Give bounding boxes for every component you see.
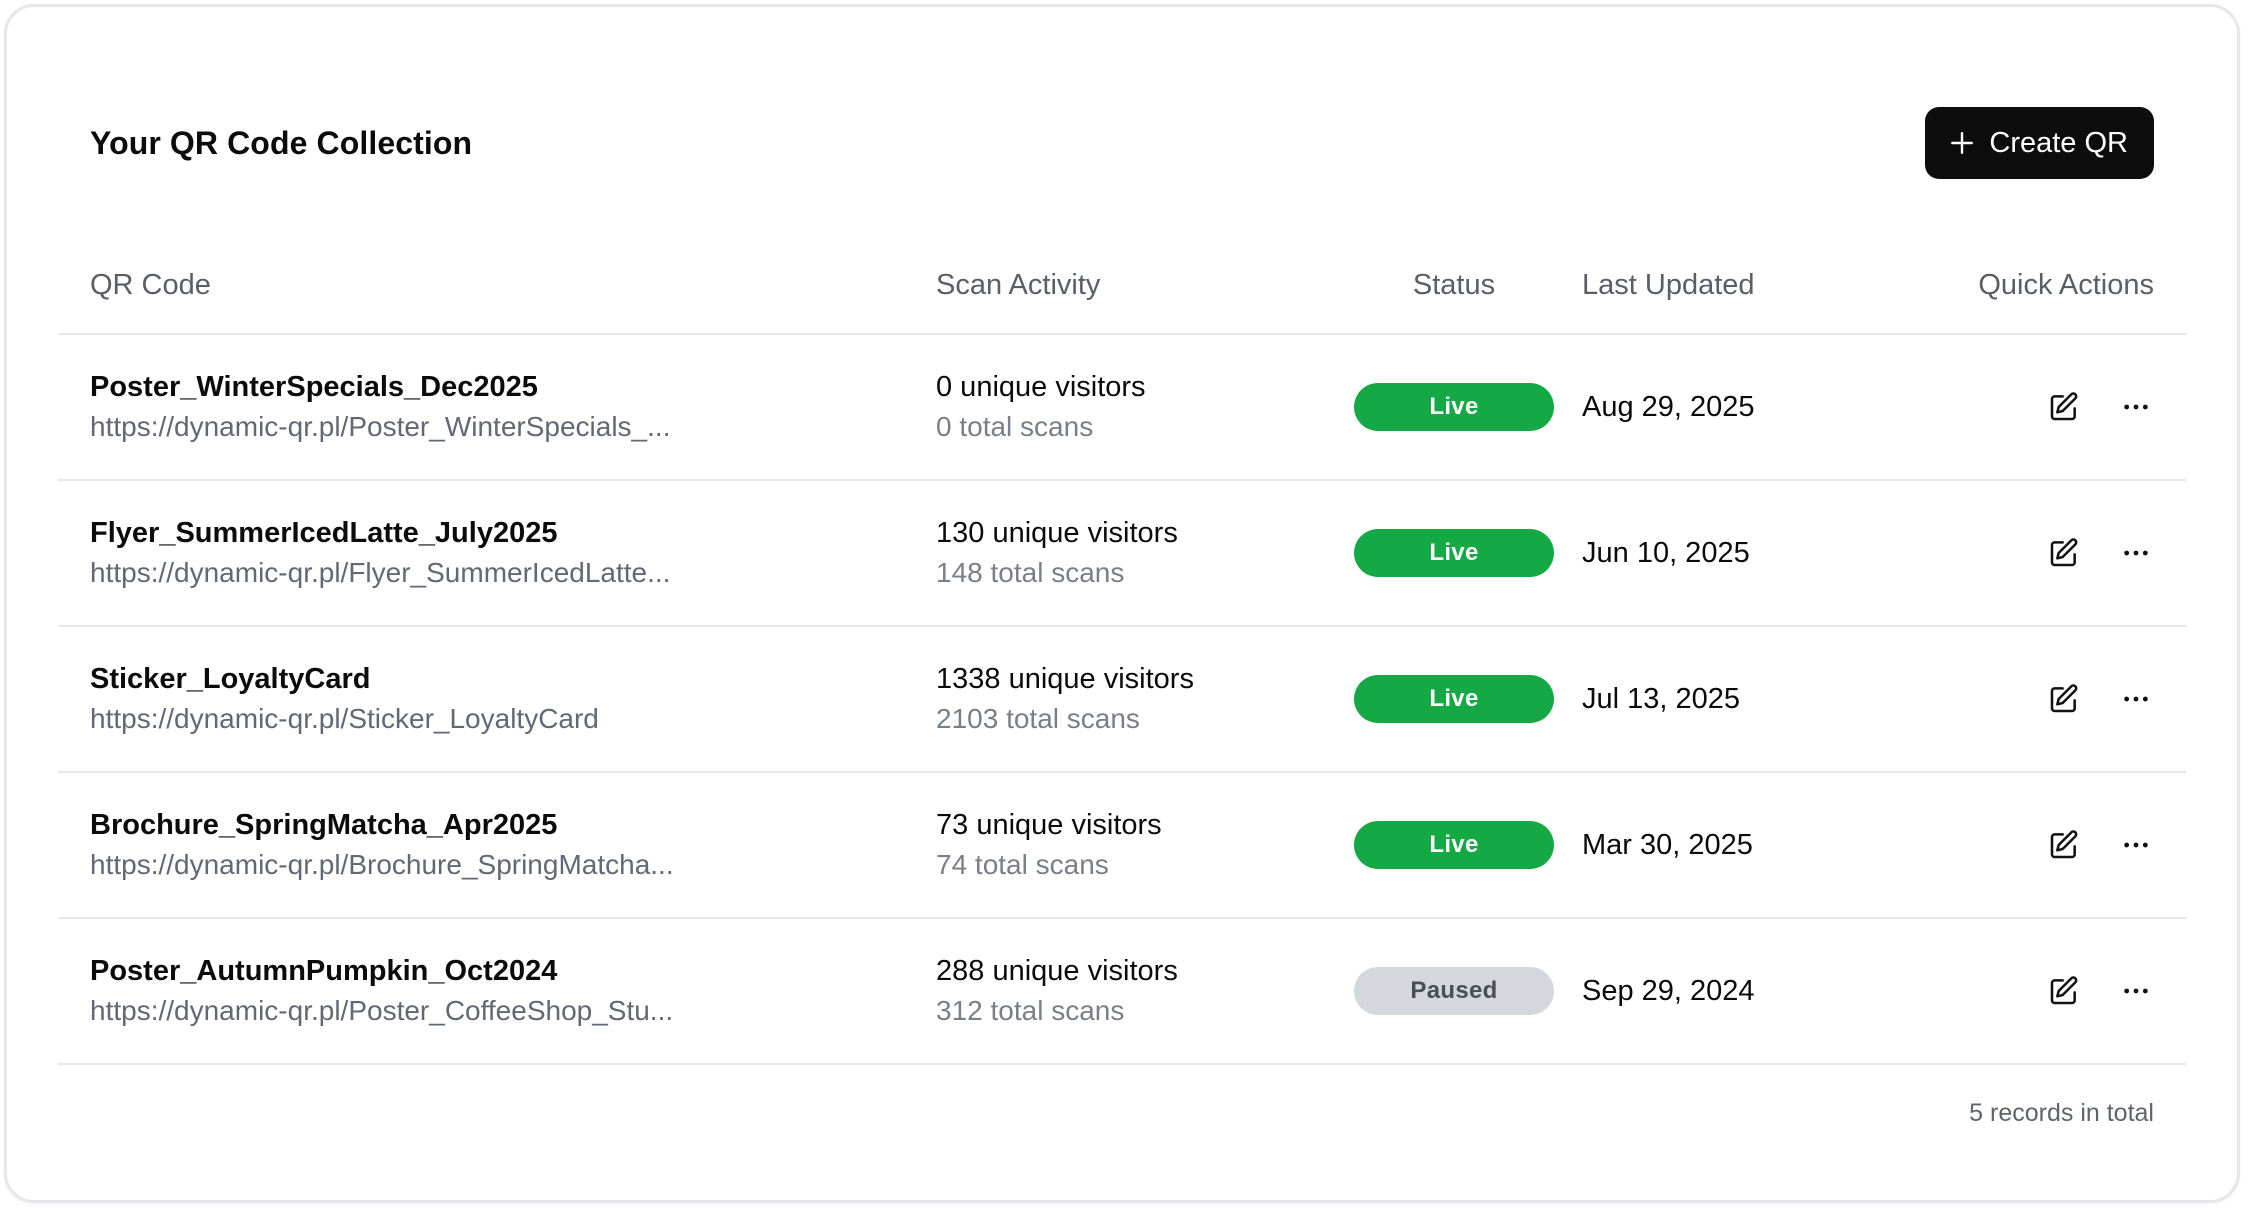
- qr-code-cell: Poster_AutumnPumpkin_Oct2024 https://dyn…: [90, 951, 936, 1031]
- quick-actions: [1925, 537, 2154, 569]
- status-cell: Paused: [1326, 967, 1582, 1015]
- column-header-status[interactable]: Status: [1326, 269, 1582, 302]
- qr-url[interactable]: https://dynamic-qr.pl/Poster_WinterSpeci…: [90, 407, 936, 447]
- column-header-qr-code[interactable]: QR Code: [90, 269, 936, 302]
- table-row[interactable]: Brochure_SpringMatcha_Apr2025 https://dy…: [58, 773, 2186, 919]
- edit-icon[interactable]: [2048, 975, 2080, 1007]
- more-horizontal-icon[interactable]: [2120, 975, 2152, 1007]
- last-updated: Aug 29, 2025: [1582, 391, 1755, 423]
- table-row[interactable]: Poster_WinterSpecials_Dec2025 https://dy…: [58, 335, 2186, 481]
- page-title: Your QR Code Collection: [90, 124, 473, 161]
- edit-icon[interactable]: [2048, 829, 2080, 861]
- status-cell: Live: [1326, 529, 1582, 577]
- scan-activity-cell: 0 unique visitors 0 total scans: [936, 367, 1326, 447]
- status-badge: Live: [1354, 529, 1554, 577]
- more-horizontal-icon[interactable]: [2120, 537, 2152, 569]
- total-scans: 312 total scans: [936, 995, 1125, 1026]
- table-body: Poster_WinterSpecials_Dec2025 https://dy…: [58, 335, 2186, 1065]
- qr-code-cell: Flyer_SummerIcedLatte_July2025 https://d…: [90, 513, 936, 593]
- qr-name[interactable]: Poster_WinterSpecials_Dec2025: [90, 367, 936, 407]
- status-cell: Live: [1326, 821, 1582, 869]
- edit-icon[interactable]: [2048, 537, 2080, 569]
- column-header-last-updated[interactable]: Last Updated: [1582, 269, 1925, 302]
- card-header: Your QR Code Collection Create QR: [90, 107, 2154, 179]
- last-updated: Mar 30, 2025: [1582, 829, 1753, 861]
- total-scans: 2103 total scans: [936, 703, 1140, 734]
- table-row[interactable]: Flyer_SummerIcedLatte_July2025 https://d…: [58, 481, 2186, 627]
- qr-table: QR Code Scan Activity Status Last Update…: [58, 237, 2186, 1065]
- create-qr-label: Create QR: [1989, 126, 2128, 159]
- unique-visitors: 0 unique visitors: [936, 371, 1146, 403]
- qr-name[interactable]: Poster_AutumnPumpkin_Oct2024: [90, 951, 936, 991]
- qr-name[interactable]: Brochure_SpringMatcha_Apr2025: [90, 805, 936, 845]
- quick-actions: [1925, 391, 2154, 423]
- more-horizontal-icon[interactable]: [2120, 683, 2152, 715]
- more-horizontal-icon[interactable]: [2120, 391, 2152, 423]
- unique-visitors: 130 unique visitors: [936, 517, 1178, 549]
- last-updated: Sep 29, 2024: [1582, 975, 1755, 1007]
- create-qr-button[interactable]: Create QR: [1925, 107, 2154, 179]
- unique-visitors: 288 unique visitors: [936, 955, 1178, 987]
- status-cell: Live: [1326, 383, 1582, 431]
- qr-code-cell: Poster_WinterSpecials_Dec2025 https://dy…: [90, 367, 936, 447]
- unique-visitors: 73 unique visitors: [936, 809, 1162, 841]
- status-badge: Live: [1354, 675, 1554, 723]
- table-header: QR Code Scan Activity Status Last Update…: [58, 237, 2186, 335]
- status-badge: Live: [1354, 383, 1554, 431]
- qr-url[interactable]: https://dynamic-qr.pl/Poster_CoffeeShop_…: [90, 991, 936, 1031]
- edit-icon[interactable]: [2048, 391, 2080, 423]
- qr-url[interactable]: https://dynamic-qr.pl/Flyer_SummerIcedLa…: [90, 553, 936, 593]
- column-header-scan-activity[interactable]: Scan Activity: [936, 269, 1326, 302]
- more-horizontal-icon[interactable]: [2120, 829, 2152, 861]
- unique-visitors: 1338 unique visitors: [936, 663, 1194, 695]
- scan-activity-cell: 130 unique visitors 148 total scans: [936, 513, 1326, 593]
- status-badge: Paused: [1354, 967, 1554, 1015]
- plus-icon: [1951, 132, 1974, 154]
- records-count: 5 records in total: [1969, 1099, 2154, 1127]
- qr-url[interactable]: https://dynamic-qr.pl/Brochure_SpringMat…: [90, 845, 936, 885]
- quick-actions: [1925, 683, 2154, 715]
- quick-actions: [1925, 975, 2154, 1007]
- table-row[interactable]: Sticker_LoyaltyCard https://dynamic-qr.p…: [58, 627, 2186, 773]
- edit-icon[interactable]: [2048, 683, 2080, 715]
- scan-activity-cell: 1338 unique visitors 2103 total scans: [936, 659, 1326, 739]
- total-scans: 74 total scans: [936, 849, 1109, 880]
- qr-url[interactable]: https://dynamic-qr.pl/Sticker_LoyaltyCar…: [90, 699, 936, 739]
- last-updated: Jul 13, 2025: [1582, 683, 1741, 715]
- status-badge: Live: [1354, 821, 1554, 869]
- status-cell: Live: [1326, 675, 1582, 723]
- table-row[interactable]: Poster_AutumnPumpkin_Oct2024 https://dyn…: [58, 919, 2186, 1065]
- qr-code-cell: Sticker_LoyaltyCard https://dynamic-qr.p…: [90, 659, 936, 739]
- qr-name[interactable]: Flyer_SummerIcedLatte_July2025: [90, 513, 936, 553]
- quick-actions: [1925, 829, 2154, 861]
- column-header-quick-actions: Quick Actions: [1978, 268, 2154, 301]
- qr-name[interactable]: Sticker_LoyaltyCard: [90, 659, 936, 699]
- last-updated: Jun 10, 2025: [1582, 537, 1750, 569]
- qr-collection-card: Your QR Code Collection Create QR QR Cod…: [4, 4, 2240, 1203]
- qr-code-cell: Brochure_SpringMatcha_Apr2025 https://dy…: [90, 805, 936, 885]
- scan-activity-cell: 73 unique visitors 74 total scans: [936, 805, 1326, 885]
- total-scans: 0 total scans: [936, 411, 1094, 442]
- total-scans: 148 total scans: [936, 557, 1125, 588]
- scan-activity-cell: 288 unique visitors 312 total scans: [936, 951, 1326, 1031]
